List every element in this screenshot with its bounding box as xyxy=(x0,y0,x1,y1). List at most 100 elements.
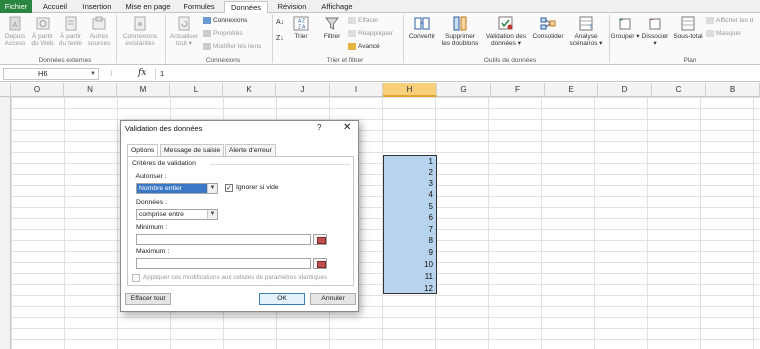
from-access-button[interactable]: A Depuis Access xyxy=(2,16,28,47)
hide-detail-icon xyxy=(706,30,714,37)
from-text-button[interactable]: À partir du texte xyxy=(57,16,84,47)
ignore-blank-checkbox[interactable]: ✓ xyxy=(225,184,233,192)
minimum-input[interactable] xyxy=(136,234,311,245)
cell-value[interactable]: 9 xyxy=(383,247,433,258)
show-detail-button[interactable]: Afficher les d xyxy=(706,17,753,25)
chevron-down-icon[interactable]: ▼ xyxy=(207,210,217,219)
hide-detail-label: Masquer xyxy=(716,30,742,38)
clear-all-button[interactable]: Effacer tout xyxy=(125,293,171,305)
group-label-sort: Trier et filtrer xyxy=(326,57,364,64)
data-operator-select[interactable]: comprise entre ▼ xyxy=(136,209,218,220)
tab-error-alert[interactable]: Alerte d'erreur xyxy=(225,144,276,156)
help-button[interactable]: ? xyxy=(317,123,321,132)
consolidate-button[interactable]: Consolider xyxy=(531,16,565,40)
refresh-all-button[interactable]: Actualiser tout ▾ xyxy=(168,16,200,47)
from-access-l2: Access xyxy=(4,40,26,47)
row-headers[interactable] xyxy=(0,97,11,349)
column-header[interactable]: M xyxy=(117,83,170,97)
text-to-columns-button[interactable]: Convertir xyxy=(405,16,439,40)
tab-review[interactable]: Révision xyxy=(272,1,312,13)
range-picker-icon[interactable] xyxy=(313,258,327,269)
advanced-filter-button[interactable]: Avancé xyxy=(348,43,380,51)
column-header[interactable]: B xyxy=(706,83,760,97)
svg-text:−: − xyxy=(649,17,653,24)
cell-value[interactable]: 7 xyxy=(383,224,433,235)
insert-function-button[interactable]: fx xyxy=(138,68,146,78)
advanced-filter-icon xyxy=(348,43,356,50)
column-header[interactable]: K xyxy=(223,83,276,97)
chevron-down-icon[interactable]: ▼ xyxy=(90,69,96,79)
close-icon[interactable]: ✕ xyxy=(343,122,351,133)
cell-value[interactable]: 6 xyxy=(383,212,433,223)
cell-value[interactable]: 11 xyxy=(383,271,433,282)
group-button[interactable]: + Grouper ▾ xyxy=(610,16,640,40)
tab-formulas[interactable]: Formules xyxy=(178,1,220,13)
edit-links-icon xyxy=(203,43,211,50)
sort-button[interactable]: AZZA Trier xyxy=(290,16,312,40)
column-header[interactable]: D xyxy=(598,83,652,97)
data-validation-button[interactable]: Validation des données ▾ xyxy=(481,16,531,47)
tab-view[interactable]: Affichage xyxy=(316,1,358,13)
select-all-corner[interactable] xyxy=(0,83,11,97)
filter-label: Filtrer xyxy=(323,33,341,40)
apply-all-checkbox[interactable] xyxy=(132,274,140,282)
from-web-button[interactable]: À partir du Web xyxy=(29,16,56,47)
tab-input-message[interactable]: Message de saisie xyxy=(160,144,225,156)
cell-value[interactable]: 12 xyxy=(383,283,433,294)
group-label-external: Données externes xyxy=(38,57,92,64)
name-box[interactable]: H6 ▼ xyxy=(3,68,99,80)
allow-select[interactable]: Nombre entier ▼ xyxy=(136,183,218,194)
cell-value[interactable]: 4 xyxy=(383,189,433,200)
chevron-down-icon[interactable]: ▼ xyxy=(207,184,217,193)
tab-file[interactable]: Fichier xyxy=(0,0,32,13)
existing-connections-button[interactable]: Connexions existantes xyxy=(118,16,162,47)
cell-value[interactable]: 2 xyxy=(383,167,433,178)
sort-za-button[interactable]: Z↓ xyxy=(276,35,284,43)
tab-page-layout[interactable]: Mise en page xyxy=(122,1,174,13)
formula-input[interactable]: 1 xyxy=(155,68,755,80)
column-header[interactable]: L xyxy=(170,83,223,97)
from-access-l1: Depuis xyxy=(4,33,26,40)
column-header[interactable]: J xyxy=(276,83,330,97)
what-if-button[interactable]: ? Analyse scénarios ▾ xyxy=(566,16,606,47)
ignore-blank-label: Ignorer si vide xyxy=(236,184,279,191)
column-header[interactable]: F xyxy=(491,83,545,97)
maximum-input[interactable] xyxy=(136,258,311,269)
reapply-button[interactable]: Réappliquer xyxy=(348,30,393,38)
column-header[interactable]: O xyxy=(11,83,64,97)
remove-duplicates-button[interactable]: Supprimer les doublons xyxy=(440,16,480,47)
sort-az-button[interactable]: A↓ xyxy=(276,19,284,27)
properties-button[interactable]: Propriétés xyxy=(203,30,243,38)
subtotal-button[interactable]: Sous-total xyxy=(671,16,705,40)
column-header[interactable]: E xyxy=(545,83,598,97)
svg-text:+: + xyxy=(619,17,623,24)
allow-label-text: Autoriser : xyxy=(135,173,167,180)
cell-value[interactable]: 3 xyxy=(383,178,433,189)
edit-links-button[interactable]: Modifier les liens xyxy=(203,43,261,51)
column-header[interactable]: N xyxy=(64,83,117,97)
group-label-connections: Connexions xyxy=(205,57,241,64)
tab-home[interactable]: Accueil xyxy=(36,1,74,13)
column-header[interactable]: G xyxy=(437,83,491,97)
column-header-selected[interactable]: H xyxy=(383,83,437,97)
connections-button[interactable]: Connexions xyxy=(203,17,247,25)
cell-value[interactable]: 8 xyxy=(383,235,433,246)
ungroup-button[interactable]: − Dissocier ▾ xyxy=(640,16,670,47)
cell-value[interactable]: 10 xyxy=(383,259,433,270)
cell-value[interactable]: 1 xyxy=(383,156,433,167)
filter-button[interactable]: Filtrer xyxy=(319,16,345,40)
text-file-icon xyxy=(65,16,76,31)
data-operator-value: comprise entre xyxy=(139,211,184,218)
range-picker-icon[interactable] xyxy=(313,234,327,245)
cancel-button[interactable]: Annuler xyxy=(310,293,356,305)
validation-l1: Validation des xyxy=(485,33,527,40)
hide-detail-button[interactable]: Masquer xyxy=(706,30,741,38)
formula-dots-icon: ⁝ xyxy=(110,69,113,78)
other-sources-button[interactable]: Autres sources xyxy=(85,16,113,47)
cell-value[interactable]: 5 xyxy=(383,201,433,212)
tab-insert[interactable]: Insertion xyxy=(76,1,118,13)
column-header[interactable]: C xyxy=(652,83,706,97)
ok-button[interactable]: OK xyxy=(259,293,305,305)
clear-filter-button[interactable]: Effacer xyxy=(348,17,378,25)
column-header[interactable]: I xyxy=(330,83,383,97)
